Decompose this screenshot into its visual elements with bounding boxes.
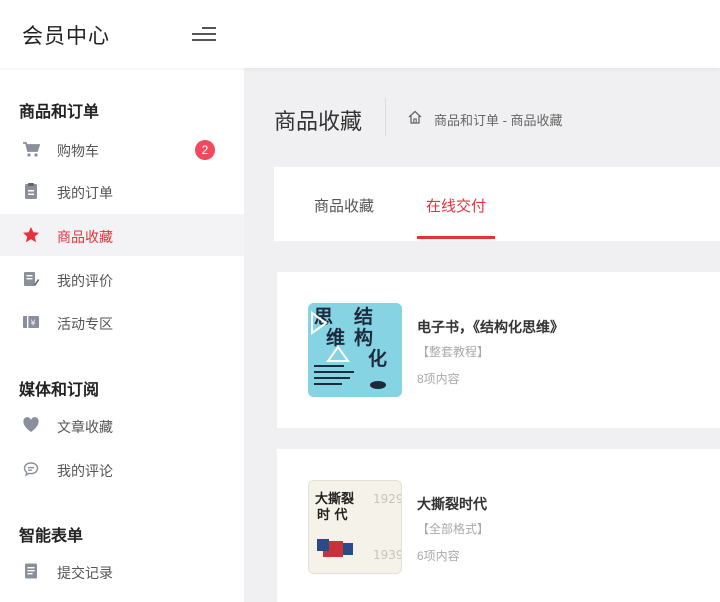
cover-title-line-2: 时 代: [317, 507, 348, 523]
cover-year-text: 1939: [373, 548, 402, 562]
item-title[interactable]: 大撕裂时代: [417, 494, 487, 514]
sidebar-item-article-favorites[interactable]: 文章收藏: [0, 404, 244, 446]
sidebar-item-label: 我的评论: [57, 463, 113, 479]
top-bar: 会员中心: [0, 0, 720, 68]
item-count: 8项内容: [417, 372, 460, 386]
sidebar-item-cart[interactable]: 购物车 2: [0, 128, 244, 170]
star-icon: [23, 227, 39, 243]
sidebar-item-label: 购物车: [57, 143, 99, 159]
home-icon[interactable]: [407, 109, 423, 125]
list-item[interactable]: 大撕裂 时 代 1929 1939 大撕裂时代 【全部格式】 6项内容: [277, 449, 720, 602]
cover-title-line-5: 维: [326, 326, 345, 349]
sidebar: 商品和订单 购物车 2 我的订单 商品收藏 我的评价 ¥ 活动专区 媒体和订阅 …: [0, 68, 244, 602]
sidebar-item-favorites[interactable]: 商品收藏: [0, 214, 244, 256]
cart-icon: [23, 142, 40, 157]
sidebar-group-title: 媒体和订阅: [19, 382, 100, 399]
sidebar-item-label: 商品收藏: [57, 229, 113, 245]
edit-note-icon: [24, 272, 40, 286]
brand-title: 会员中心: [22, 25, 110, 48]
tab-product-favorites[interactable]: 商品收藏: [314, 195, 374, 216]
item-tag: 【整套教程】: [417, 345, 490, 359]
sidebar-item-label: 文章收藏: [57, 419, 113, 435]
tab-online-delivery[interactable]: 在线交付: [426, 195, 486, 216]
sidebar-item-events[interactable]: ¥ 活动专区: [0, 301, 244, 343]
book-cover-image[interactable]: 结 构 化 思 维: [308, 303, 402, 397]
page-title: 商品收藏: [274, 109, 363, 134]
sidebar-item-reviews[interactable]: 我的评价: [0, 258, 244, 300]
item-title[interactable]: 电子书，《结构化思维》: [417, 317, 564, 337]
document-icon: [25, 563, 37, 579]
cover-year-text: 1929: [373, 492, 402, 506]
book-cover-art: 大撕裂 时 代 1929 1939: [309, 481, 402, 573]
sidebar-item-label: 我的评价: [57, 273, 113, 289]
sidebar-item-orders[interactable]: 我的订单: [0, 170, 244, 212]
comment-icon: [23, 462, 39, 477]
svg-text:¥: ¥: [30, 319, 35, 328]
coupon-icon: ¥: [23, 316, 39, 328]
menu-fold-icon[interactable]: [188, 24, 216, 44]
clipboard-icon: [25, 183, 37, 199]
title-divider: [385, 98, 386, 136]
cart-count-badge: 2: [195, 140, 215, 160]
list-item[interactable]: 结 构 化 思 维 电子书，《结构化思维》 【整套教程】 8项内容: [277, 272, 720, 428]
tab-bar: 商品收藏 在线交付: [274, 167, 720, 241]
heart-icon: [23, 417, 39, 432]
book-cover-image[interactable]: 大撕裂 时 代 1929 1939: [308, 480, 402, 574]
sidebar-group-title: 智能表单: [19, 528, 84, 545]
sidebar-item-label: 我的订单: [57, 185, 113, 201]
cover-title-line-1: 结: [354, 305, 373, 328]
main-content: 商品收藏 商品和订单 - 商品收藏 商品收藏 在线交付 结 构 化 思 维 电子…: [244, 68, 720, 602]
sidebar-item-submissions[interactable]: 提交记录: [0, 550, 244, 592]
cover-title-line-2: 构: [354, 326, 373, 349]
item-tag: 【全部格式】: [417, 522, 490, 536]
active-tab-indicator: [417, 236, 495, 239]
cover-title-line-1: 大撕裂: [315, 491, 355, 507]
sidebar-group-title: 商品和订单: [19, 104, 100, 121]
sidebar-item-label: 活动专区: [57, 316, 113, 332]
breadcrumb[interactable]: 商品和订单 - 商品收藏: [434, 110, 563, 129]
item-count: 6项内容: [417, 549, 460, 563]
sidebar-item-label: 提交记录: [57, 565, 113, 581]
sidebar-item-comments[interactable]: 我的评论: [0, 448, 244, 490]
cover-title-line-3: 化: [368, 347, 387, 370]
book-cover-art: 结 构 化 思 维: [308, 303, 402, 397]
